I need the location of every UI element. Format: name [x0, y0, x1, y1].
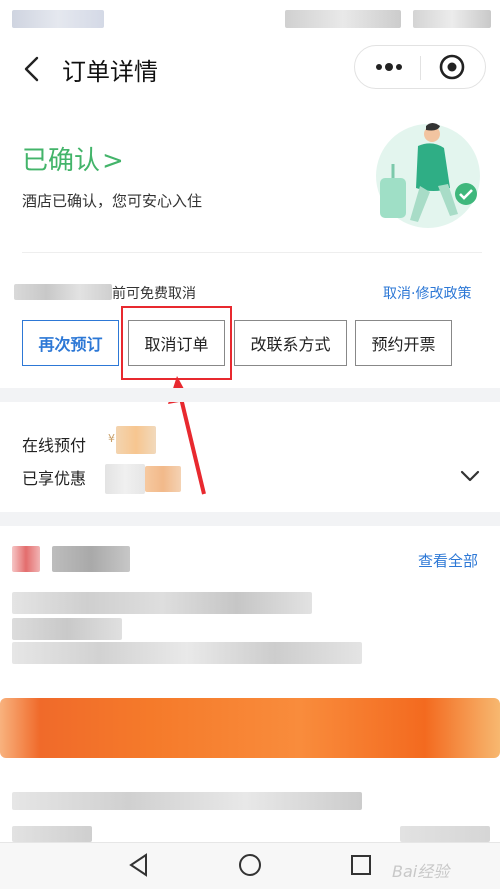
online-pay-label: 在线预付: [22, 436, 87, 455]
blurred-promo-banner[interactable]: [0, 698, 500, 758]
blurred-discount-amount: [105, 464, 181, 494]
free-cancel-text: 前可免费取消: [112, 286, 196, 302]
order-status-text: 已确认: [22, 146, 101, 176]
discount-label: 已享优惠: [22, 469, 87, 488]
view-all-link[interactable]: 查看全部: [418, 550, 478, 571]
target-icon[interactable]: [435, 52, 469, 82]
chevron-down-icon[interactable]: [458, 466, 482, 486]
blurred-detail-line: [12, 642, 362, 664]
page-title: 订单详情: [62, 58, 158, 86]
section-gap: [0, 388, 500, 402]
blurred-detail-line: [400, 826, 490, 842]
section-gap: [0, 512, 500, 526]
invoice-button[interactable]: 预约开票: [355, 320, 452, 366]
blurred-detail-line: [12, 826, 92, 842]
status-bar: [0, 0, 500, 40]
blurred-time: [12, 10, 104, 28]
currency-symbol: ¥: [108, 432, 115, 445]
traveler-illustration: [372, 120, 484, 232]
more-icon[interactable]: [369, 52, 409, 82]
blurred-hotel-icon: [12, 546, 40, 572]
order-status-title[interactable]: 已确认>: [22, 140, 124, 177]
blurred-cancel-date: [14, 284, 112, 300]
cancel-policy-link[interactable]: 取消·修改政策: [383, 283, 471, 303]
blurred-hotel-name: [52, 546, 130, 572]
blurred-status-icons: [285, 10, 401, 28]
baidu-watermark: Bai经验: [392, 862, 450, 881]
nav-home-icon[interactable]: [236, 851, 264, 879]
blurred-detail-line: [12, 618, 122, 640]
chevron-right-icon: >: [102, 146, 124, 176]
annotation-highlight-box: [121, 306, 232, 380]
mini-program-capsule: [354, 45, 486, 89]
blurred-battery: [413, 10, 491, 28]
back-icon[interactable]: [18, 54, 48, 84]
capsule-divider: [420, 56, 421, 80]
change-contact-button[interactable]: 改联系方式: [234, 320, 347, 366]
section-divider: [22, 252, 482, 253]
nav-recent-icon[interactable]: [347, 851, 375, 879]
order-status-description: 酒店已确认，您可安心入住: [22, 192, 203, 210]
rebook-button[interactable]: 再次预订: [22, 320, 119, 366]
blurred-detail-line: [12, 592, 312, 614]
blurred-pay-amount: ¥: [108, 426, 156, 454]
blurred-detail-line: [12, 792, 362, 810]
nav-back-icon[interactable]: [125, 851, 153, 879]
